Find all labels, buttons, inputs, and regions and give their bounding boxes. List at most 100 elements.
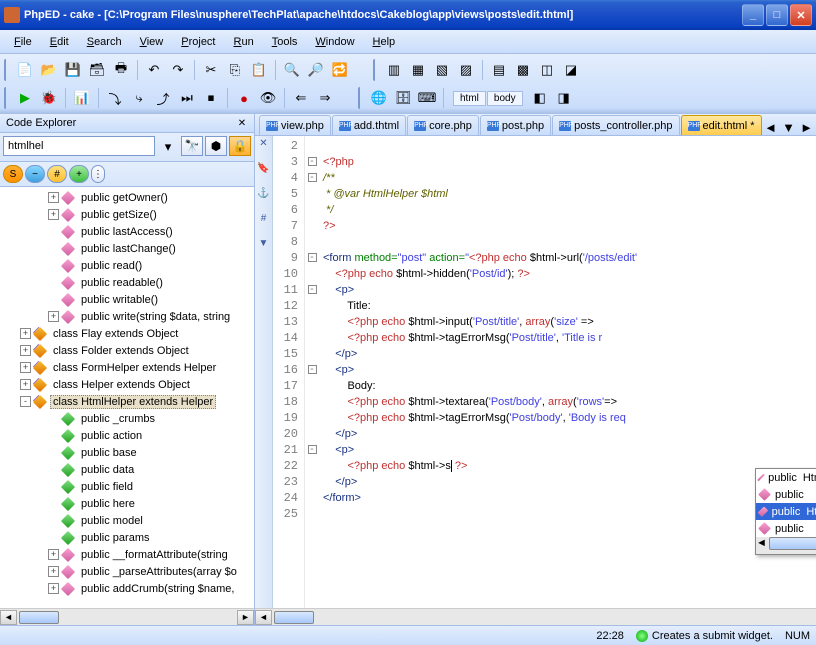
watch-icon[interactable]: 👁 <box>257 87 279 109</box>
tab-posts_controller-php[interactable]: PHPposts_controller.php <box>552 115 679 135</box>
binoculars-icon[interactable]: 🔭 <box>181 136 203 156</box>
editor-h-scrollbar[interactable]: ◄► <box>255 608 816 625</box>
redo-icon[interactable]: ↷ <box>167 59 189 81</box>
find-in-files-icon[interactable]: 🔎 <box>305 59 327 81</box>
tree-item[interactable]: +public write(string $data, string <box>2 308 252 325</box>
run-to-icon[interactable]: ⏭ <box>176 87 198 109</box>
filter-minus-icon[interactable]: − <box>25 165 45 183</box>
panel7-icon[interactable]: ◫ <box>536 59 558 81</box>
debug-icon[interactable]: 🐞 <box>38 87 60 109</box>
dropdown-icon[interactable]: ▾ <box>157 136 179 158</box>
panel6-icon[interactable]: ▩ <box>512 59 534 81</box>
panel5-icon[interactable]: ▤ <box>488 59 510 81</box>
filter-hash-icon[interactable]: # <box>47 165 67 183</box>
down-marker-icon[interactable]: ▼ <box>259 238 269 249</box>
tree-item[interactable]: public params <box>2 529 252 546</box>
tree-item[interactable]: +public addCrumb(string $name, <box>2 580 252 597</box>
tab-core-php[interactable]: PHPcore.php <box>407 115 479 135</box>
step-out-icon[interactable]: ⤴ <box>152 87 174 109</box>
replace-icon[interactable]: 🔁 <box>329 59 351 81</box>
breakpoint-icon[interactable]: ● <box>233 87 255 109</box>
tree-item[interactable]: public _crumbs <box>2 410 252 427</box>
panel3-icon[interactable]: ▧ <box>431 59 453 81</box>
tree-item[interactable]: +class FormHelper extends Helper <box>2 359 252 376</box>
tab-post-php[interactable]: PHPpost.php <box>480 115 551 135</box>
tab-nav-icon[interactable]: ▼ <box>781 119 797 135</box>
step-into-icon[interactable]: ⤷ <box>128 87 150 109</box>
minimize-button[interactable]: _ <box>742 4 764 26</box>
find-icon[interactable]: 🔍 <box>281 59 303 81</box>
stop-icon[interactable]: ⏹ <box>200 87 222 109</box>
lock-filter-icon[interactable]: 🔒 <box>229 136 251 156</box>
autocomplete-item[interactable]: publicHtmlHelper::selectTag(string $fiel… <box>756 469 816 486</box>
tree-item[interactable]: +public _parseAttributes(array $o <box>2 563 252 580</box>
filter1-icon[interactable]: ⬢ <box>205 136 227 156</box>
paste-icon[interactable]: 📋 <box>248 59 270 81</box>
fold-gutter[interactable]: -- - - - - <box>305 136 319 608</box>
menu-help[interactable]: Help <box>365 33 404 51</box>
browser-icon[interactable]: 🌐 <box>368 87 390 109</box>
menu-file[interactable]: File <box>6 33 40 51</box>
tree-item[interactable]: -class HtmlHelper extends Helper <box>2 393 252 410</box>
save-icon[interactable]: 💾 <box>62 59 84 81</box>
menu-search[interactable]: Search <box>79 33 130 51</box>
maximize-button[interactable]: □ <box>766 4 788 26</box>
anchor-marker-icon[interactable]: ⚓ <box>257 188 269 199</box>
tree-item[interactable]: public read() <box>2 257 252 274</box>
tree-item[interactable]: public field <box>2 478 252 495</box>
breadcrumb-html[interactable]: html <box>453 91 486 106</box>
bc-nav2-icon[interactable]: ◨ <box>553 87 575 109</box>
marker-bar[interactable]: ✕ 🔖 ⚓ # ▼ <box>255 136 273 608</box>
menu-view[interactable]: View <box>132 33 172 51</box>
tree-item[interactable]: public action <box>2 427 252 444</box>
tree-item[interactable]: public here <box>2 495 252 512</box>
filter-more-icon[interactable]: ⋮ <box>91 165 105 183</box>
nav1-icon[interactable]: ⇐ <box>290 87 312 109</box>
tree-item[interactable]: +class Helper extends Object <box>2 376 252 393</box>
save-all-icon[interactable]: 🗃 <box>86 59 108 81</box>
tab-edit-thtml-[interactable]: PHPedit.thtml * <box>681 115 762 135</box>
nav2-icon[interactable]: ⇒ <box>314 87 336 109</box>
menu-tools[interactable]: Tools <box>264 33 306 51</box>
tree-item[interactable]: public data <box>2 461 252 478</box>
tree-item[interactable]: public model <box>2 512 252 529</box>
panel-close-icon[interactable]: ✕ <box>236 117 248 129</box>
tab-nav-icon[interactable]: ◄ <box>763 119 779 135</box>
autocomplete-item[interactable]: publicHtmlHelper::submit(string $caption… <box>756 503 816 520</box>
breadcrumb-body[interactable]: body <box>487 91 523 106</box>
tree-item[interactable]: +public __formatAttribute(string <box>2 546 252 563</box>
h-scrollbar[interactable]: ◄► <box>0 608 254 625</box>
tree-item[interactable]: public base <box>2 444 252 461</box>
x-marker-icon[interactable]: ✕ <box>259 138 267 149</box>
tree-item[interactable]: public readable() <box>2 274 252 291</box>
tab-view-php[interactable]: PHPview.php <box>259 115 331 135</box>
tab-add-thtml[interactable]: PHPadd.thtml <box>332 115 406 135</box>
close-button[interactable]: ✕ <box>790 4 812 26</box>
autocomplete-item[interactable]: publicHtmlHelper::setFormTag(string $tag… <box>756 486 816 503</box>
filter-plus-icon[interactable]: + <box>69 165 89 183</box>
hash-marker-icon[interactable]: # <box>261 213 267 224</box>
menu-window[interactable]: Window <box>307 33 362 51</box>
tree-item[interactable]: +class Folder extends Object <box>2 342 252 359</box>
bc-nav1-icon[interactable]: ◧ <box>529 87 551 109</box>
db-icon[interactable]: 🗄 <box>392 87 414 109</box>
new-file-icon[interactable]: 📄 <box>14 59 36 81</box>
tree[interactable]: +public getOwner()+public getSize()publi… <box>0 187 254 608</box>
menu-project[interactable]: Project <box>173 33 223 51</box>
panel4-icon[interactable]: ▨ <box>455 59 477 81</box>
panel1-icon[interactable]: ▥ <box>383 59 405 81</box>
profile-icon[interactable]: 📊 <box>71 87 93 109</box>
step-over-icon[interactable]: ⤵ <box>104 87 126 109</box>
panel2-icon[interactable]: ▦ <box>407 59 429 81</box>
filter-s-icon[interactable]: S <box>3 165 23 183</box>
open-icon[interactable]: 📂 <box>38 59 60 81</box>
tree-item[interactable]: public lastAccess() <box>2 223 252 240</box>
tree-item[interactable]: public writable() <box>2 291 252 308</box>
tree-item[interactable]: public lastChange() <box>2 240 252 257</box>
search-input[interactable] <box>3 136 155 156</box>
autocomplete-item[interactable]: publicHtmlHelper::submitTag() <box>756 520 816 537</box>
tab-nav-icon[interactable]: ► <box>799 119 815 135</box>
code-editor[interactable]: <?php /** * @var HtmlHelper $html */ ?> … <box>319 136 816 608</box>
undo-icon[interactable]: ↶ <box>143 59 165 81</box>
menu-edit[interactable]: Edit <box>42 33 77 51</box>
